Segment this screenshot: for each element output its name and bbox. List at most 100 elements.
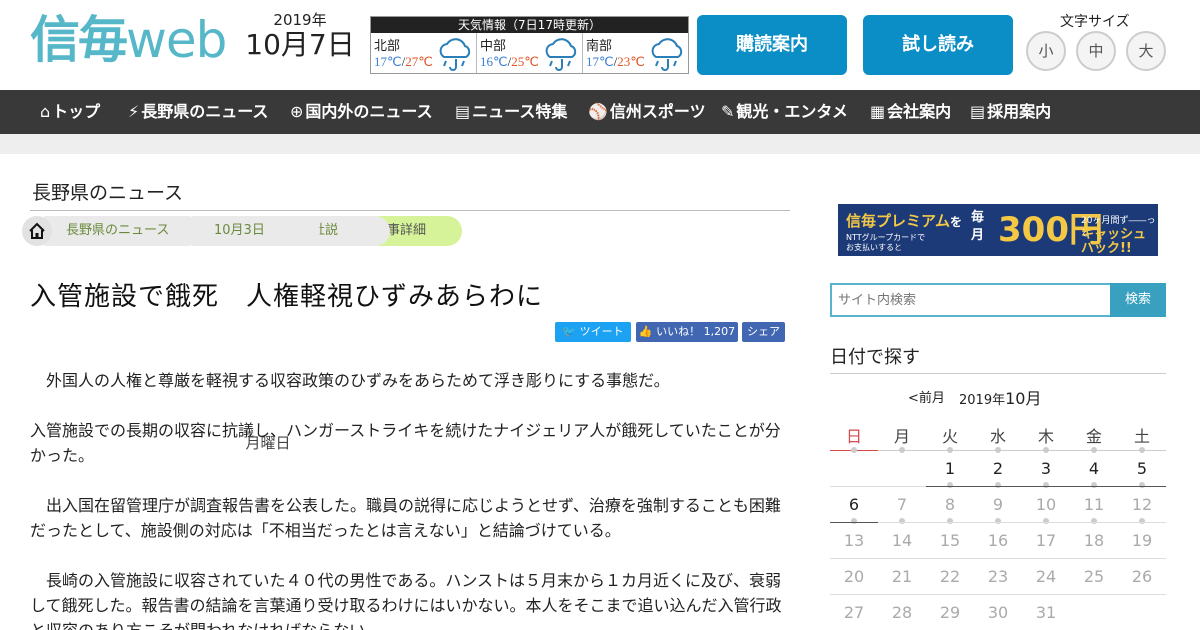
font-size-medium-button[interactable]: 中	[1076, 31, 1116, 71]
nav-label: 長野県のニュース	[141, 102, 269, 121]
calendar-day[interactable]: 4	[1070, 459, 1118, 478]
calendar-day[interactable]: 6	[830, 495, 878, 514]
calendar-day: 10	[1035, 495, 1057, 514]
sports-icon: ⚾	[588, 102, 608, 121]
calendar-dot	[1091, 447, 1097, 453]
nav-item-domestic-international[interactable]: ⊕ 国内外のニュース	[290, 90, 433, 134]
calendar-day[interactable]: 3	[1022, 459, 1070, 478]
calendar-day: 16	[987, 531, 1009, 550]
thumbs-up-icon: 👍	[638, 325, 653, 338]
section-divider	[30, 210, 790, 211]
calendar-dot	[947, 482, 953, 488]
calendar-cell-underline	[974, 558, 1022, 559]
calendar-day: 24	[1035, 567, 1057, 586]
calendar-dot	[1139, 482, 1145, 488]
region-temps: 16℃/25℃	[480, 54, 539, 70]
calendar-day: 31	[1035, 603, 1057, 622]
calendar-dot	[1139, 518, 1145, 524]
nav-item-tourism[interactable]: ✎ 観光・エンタメ	[721, 90, 848, 134]
header: 信毎web 2019年 10月7日 月曜日 天気情報（7日17時更新） 北部 1…	[0, 0, 1200, 452]
home-icon	[29, 222, 45, 239]
temp-high: 25℃	[511, 54, 539, 69]
weather-panel[interactable]: 天気情報（7日17時更新） 北部 17℃/27℃ 中部 16℃/25℃ 南部 1…	[370, 16, 689, 74]
calendar-day: 20	[843, 567, 865, 586]
like-button[interactable]: 👍 いいね！ 1,207	[636, 322, 738, 342]
article-title: 入管施設で餓死 人権軽視ひずみあらわに	[30, 282, 544, 312]
calendar-cell-underline	[1118, 486, 1166, 487]
article-paragraph: 入管施設での長期の収容に抗議し、ハンガーストライキを続けたナイジェリア人が餓死し…	[30, 421, 781, 465]
breadcrumb-item-date[interactable]: 10月3日	[192, 216, 320, 246]
calendar-day: 29	[939, 603, 961, 622]
weather-region-south[interactable]: 南部 17℃/23℃	[583, 33, 688, 73]
cloud-rain-icon	[545, 38, 577, 71]
nav-item-top[interactable]: ⌂ トップ	[40, 90, 100, 134]
tweet-button[interactable]: 🐦 ツイート	[555, 322, 631, 342]
main-nav: ⌂ トップ ⚡ 長野県のニュース ⊕ 国内外のニュース ▤ ニュース特集 ⚾ 信州スポーツ…	[0, 90, 1200, 134]
calendar-prev-month[interactable]: <前月	[908, 387, 945, 406]
font-size-small-button[interactable]: 小	[1026, 31, 1066, 71]
weather-region-north[interactable]: 北部 17℃/27℃	[371, 33, 477, 73]
breadcrumb-home[interactable]	[22, 216, 52, 246]
nav-item-features[interactable]: ▤ ニュース特集	[455, 90, 567, 134]
calendar-weekday: 火	[941, 427, 958, 446]
article-paragraph: 外国人の人権と尊厳を軽視する収容政策のひずみをあらためて浮き彫りにする事態だ。	[30, 371, 670, 390]
calendar-day[interactable]: 5	[1118, 459, 1166, 478]
calendar-day: 28	[891, 603, 913, 622]
document-icon: ▤	[455, 102, 471, 121]
nav-shadow-strip	[0, 134, 1200, 154]
trial-read-button[interactable]: 試し読み	[863, 15, 1013, 75]
temp-low: 16℃	[480, 54, 508, 69]
calendar-day: 15	[939, 531, 961, 550]
calendar-cell-underline	[1118, 522, 1166, 523]
subscribe-button[interactable]: 購読案内	[697, 15, 847, 75]
nav-item-nagano-news[interactable]: ⚡ 長野県のニュース	[128, 90, 268, 134]
weather-region-central[interactable]: 中部 16℃/25℃	[477, 33, 583, 73]
region-name: 中部	[480, 39, 507, 54]
calendar-day[interactable]: 1	[926, 459, 974, 478]
logo-sub: web	[126, 11, 227, 69]
date-month-day: 10月7日	[245, 28, 355, 61]
temp-low: 17℃	[586, 54, 614, 69]
today-date: 2019年 10月7日 月曜日	[244, 11, 356, 452]
calendar-dot	[947, 447, 953, 453]
calendar-dot	[995, 482, 1001, 488]
calendar-dot	[899, 447, 905, 453]
site-search-button[interactable]: 検索	[1110, 283, 1166, 317]
calendar-cell-underline	[830, 558, 878, 559]
calendar-dot	[1043, 518, 1049, 524]
temp-low: 17℃	[374, 54, 402, 69]
nav-item-sports[interactable]: ⚾ 信州スポーツ	[588, 90, 706, 134]
share-button[interactable]: シェア	[742, 322, 785, 342]
calendar-day[interactable]: 2	[974, 459, 1022, 478]
calendar-day: 25	[1083, 567, 1105, 586]
nav-item-recruit[interactable]: ▤ 採用案内	[970, 90, 1051, 134]
nav-label: 国内外のニュース	[305, 102, 433, 121]
article-paragraph: 出入国在留管理庁が調査報告書を公表した。職員の説得に応じようとせず、治療を強制す…	[30, 496, 781, 540]
globe-icon: ⊕	[290, 102, 304, 121]
calendar-day: 27	[843, 603, 865, 622]
calendar-divider	[830, 373, 1166, 374]
calendar-cell-underline	[974, 594, 1022, 595]
nav-label: 信州スポーツ	[609, 102, 706, 121]
breadcrumb-item-nagano-news[interactable]: 長野県のニュース	[44, 216, 202, 246]
banner-particle: を	[949, 215, 962, 229]
tweet-label: ツイート	[579, 325, 624, 338]
calendar-current-month: 2019年10月	[959, 385, 1041, 409]
calendar-cell-underline	[830, 522, 878, 523]
list-icon: ▤	[970, 102, 986, 121]
date-year: 2019年	[273, 11, 327, 29]
home-icon: ⌂	[40, 102, 51, 121]
nav-item-company[interactable]: ▦ 会社案内	[870, 90, 951, 134]
calendar-cell-underline	[1070, 522, 1118, 523]
calendar-weekday: 月	[893, 427, 910, 446]
calendar-day: 17	[1035, 531, 1057, 550]
section-title: 長野県のニュース	[32, 182, 184, 204]
premium-ad-banner[interactable]: 信毎プレミアムを NTTグループカードで お支払いすると 毎月 300円 20ヶ月…	[838, 204, 1158, 256]
calendar-cell-underline	[926, 558, 974, 559]
font-size-large-button[interactable]: 大	[1126, 31, 1166, 71]
site-logo[interactable]: 信毎web	[30, 11, 227, 69]
calendar-cell-underline	[926, 594, 974, 595]
calendar-cell-underline	[1022, 594, 1070, 595]
site-search-input[interactable]	[830, 283, 1112, 317]
calendar-day: 9	[992, 495, 1004, 514]
